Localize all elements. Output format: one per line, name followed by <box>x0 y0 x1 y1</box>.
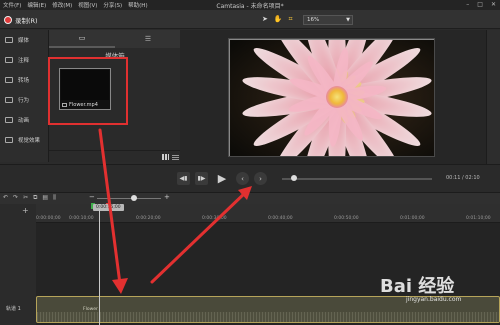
chevron-down-icon: ▼ <box>346 17 350 23</box>
list-view-icon[interactable] <box>172 154 179 160</box>
audio-waveform <box>37 312 499 322</box>
cut-icon[interactable]: ✂ <box>23 194 28 202</box>
timeline-zoom-slider[interactable] <box>97 198 161 199</box>
zoom-value: 16% <box>307 17 320 23</box>
menu-help[interactable]: 帮助(H) <box>125 1 150 9</box>
playhead-line[interactable] <box>99 209 100 325</box>
ruler-tick-label: 0:00:50;00 <box>334 216 359 221</box>
video-preview[interactable] <box>228 38 435 157</box>
sidebar-item-label: 媒体 <box>18 38 30 44</box>
record-label: 录制(R) <box>15 17 38 25</box>
close-icon[interactable]: ✕ <box>491 1 496 8</box>
menu-view[interactable]: 视图(V) <box>75 1 100 9</box>
timeline-clip-label: Flower <box>83 307 98 312</box>
previous-button[interactable]: ‹ <box>236 172 249 185</box>
baidu-watermark: Bai 经验 jingyan.baidu.com <box>380 272 461 303</box>
ruler-tick-label: 0:00:00;00 <box>36 216 61 221</box>
pointer-icon[interactable]: ➤ <box>262 15 268 24</box>
toolbar: 录制(R) ➤ ✋ ⌗ 16% ▼ <box>0 10 500 29</box>
zoom-in-icon[interactable]: + <box>164 193 170 201</box>
media-icon <box>5 37 13 43</box>
minimize-icon[interactable]: – <box>466 1 469 8</box>
timeline-zoom-handle[interactable] <box>131 195 137 201</box>
maximize-icon[interactable]: □ <box>477 1 483 8</box>
step-forward-button[interactable]: ▮▶ <box>195 172 208 185</box>
playback-time: 00:11 / 02:10 <box>446 175 480 181</box>
record-button[interactable]: 录制(R) <box>4 15 38 25</box>
sidebar-item-animations[interactable]: 动画 <box>0 110 48 130</box>
behavior-icon <box>5 97 13 103</box>
crop-icon[interactable]: ⌗ <box>289 15 293 24</box>
menu-modify[interactable]: 修改(M) <box>49 1 75 9</box>
playhead-time[interactable]: 0:00:15;00 <box>93 204 124 211</box>
annotation-icon <box>5 57 13 63</box>
track-label: 轨道 1 <box>6 306 21 312</box>
visual-effects-icon <box>5 137 13 143</box>
play-icon: ▶ <box>217 172 227 185</box>
tab-media-bin[interactable]: ▭ <box>49 30 115 48</box>
ruler-left: + <box>0 204 36 223</box>
watermark-logo: Bai 经验 <box>380 276 455 297</box>
paste-icon[interactable]: ▤ <box>42 194 48 202</box>
step-back-icon: ◀▮ <box>179 175 188 182</box>
scrubber-handle[interactable] <box>291 175 297 181</box>
play-button[interactable]: ▶ <box>215 172 229 185</box>
split-icon[interactable]: ⫼ <box>53 194 56 202</box>
grid-view-icon[interactable] <box>162 154 169 160</box>
zoom-select[interactable]: 16% ▼ <box>303 15 353 25</box>
timeline-toolbar: ↶ ↷ ✂ ⧉ ▤ ⫼ − + <box>0 192 500 204</box>
ruler-tick-label: 0:01:10;00 <box>466 216 491 221</box>
step-back-button[interactable]: ◀▮ <box>177 172 190 185</box>
sidebar-item-label: 动画 <box>18 118 30 124</box>
menu-bar: 文件(F) 编辑(E) 修改(M) 视图(V) 分享(S) 帮助(H) Camt… <box>0 0 500 10</box>
ruler-tick-label: 0:00:10;00 <box>69 216 94 221</box>
sidebar-item-transitions[interactable]: 转场 <box>0 70 48 90</box>
sidebar-item-label: 注释 <box>18 58 30 64</box>
flower-image <box>229 39 434 156</box>
transition-icon <box>5 77 13 83</box>
zoom-out-icon[interactable]: − <box>89 193 95 201</box>
animation-icon <box>5 117 13 123</box>
add-track-icon[interactable]: + <box>22 206 29 215</box>
hand-icon[interactable]: ✋ <box>274 15 283 24</box>
tools-sidebar: 媒体 注释 转场 行为 动画 视觉效果 更多 <box>0 30 48 191</box>
watermark-url: jingyan.baidu.com <box>406 296 462 303</box>
library-icon: ☰ <box>144 35 152 43</box>
copy-icon[interactable]: ⧉ <box>33 194 37 202</box>
folder-icon: ▭ <box>78 34 86 42</box>
sidebar-item-media[interactable]: 媒体 <box>0 30 48 50</box>
sidebar-item-label: 视觉效果 <box>18 138 41 144</box>
next-button[interactable]: › <box>254 172 267 185</box>
redo-icon[interactable]: ↷ <box>13 194 18 202</box>
sidebar-item-visual-effects[interactable]: 视觉效果 <box>0 130 48 150</box>
sidebar-item-label: 转场 <box>18 78 30 84</box>
menu-share[interactable]: 分享(S) <box>100 1 125 9</box>
canvas-area <box>180 30 486 164</box>
ruler-tick-label: 0:01:00;00 <box>400 216 425 221</box>
ruler-tick-label: 0:00:40;00 <box>268 216 293 221</box>
chevron-left-icon: ‹ <box>241 174 244 183</box>
properties-panel <box>486 30 500 164</box>
sidebar-item-annotations[interactable]: 注释 <box>0 50 48 70</box>
ruler-tick-label: 0:00:30;00 <box>202 216 227 221</box>
menu-file[interactable]: 文件(F) <box>0 1 24 9</box>
playback-scrubber[interactable] <box>282 178 432 180</box>
chevron-right-icon: › <box>259 174 262 183</box>
sidebar-item-behaviors[interactable]: 行为 <box>0 90 48 110</box>
undo-icon[interactable]: ↶ <box>3 194 8 202</box>
sidebar-item-label: 行为 <box>18 98 30 104</box>
record-icon <box>4 16 12 24</box>
step-forward-icon: ▮▶ <box>197 175 206 182</box>
tab-library[interactable]: ☰ <box>115 30 181 48</box>
playback-controls: ◀▮ ▮▶ ▶ ‹ › 00:11 / 02:10 <box>0 164 500 192</box>
menu-edit[interactable]: 编辑(E) <box>24 1 49 9</box>
ruler-tick-label: 0:00:20;00 <box>136 216 161 221</box>
highlight-annotation-box <box>48 57 128 125</box>
